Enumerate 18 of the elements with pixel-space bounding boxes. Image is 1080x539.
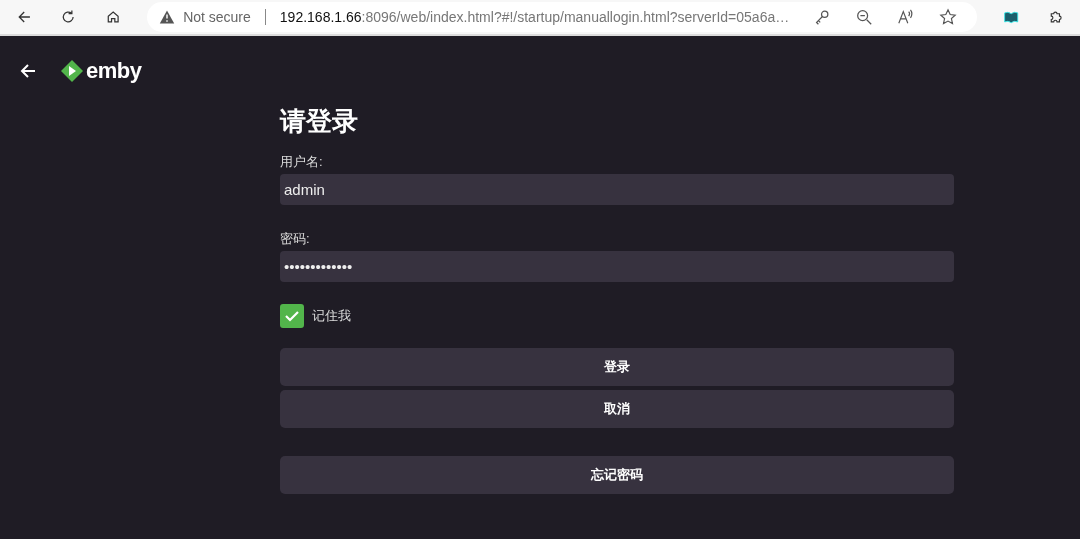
page-title: 请登录 [280, 106, 359, 136]
logo-text: emby [86, 58, 142, 84]
password-field[interactable]: ••••••••••••• [280, 251, 954, 282]
address-bar[interactable]: Not secure 192.168.1.66:8096/web/index.html?#!/startup/manuallogin.html?serverId=05a6a… [147, 2, 978, 32]
form-button[interactable]: 忘记密码 [280, 456, 954, 494]
checkbox[interactable] [280, 304, 304, 328]
logo-icon [60, 59, 84, 83]
field-label: 用户名: [280, 154, 324, 170]
zoom-out-icon[interactable] [855, 8, 874, 26]
security-label: Not secure [183, 9, 251, 25]
form-button[interactable]: 取消 [280, 390, 954, 428]
warning-icon [159, 9, 176, 25]
field-label: 密码: [280, 231, 311, 247]
checkbox-label: 记住我 [312, 307, 351, 325]
star-icon[interactable] [939, 8, 958, 26]
username-field[interactable]: admin [280, 174, 954, 205]
form-button[interactable]: 登录 [280, 348, 954, 386]
url-text: 192.168.1.66:8096/web/index.html?#!/startup/manuallogin.html?serverId=05a6a… [279, 9, 790, 25]
